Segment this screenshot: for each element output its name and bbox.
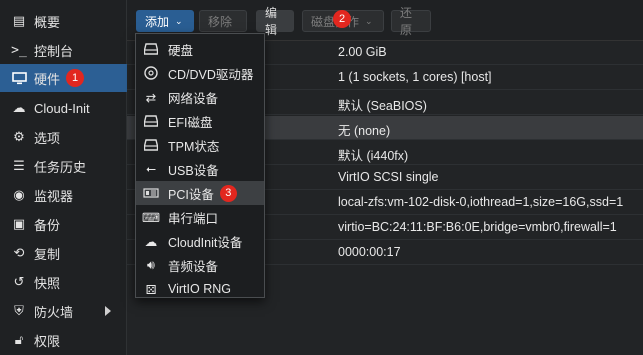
row-value: local-zfs:vm-102-disk-0,iothread=1,size=… bbox=[338, 195, 624, 209]
menu-item-label: 串行端口 bbox=[168, 211, 219, 226]
row-value: 1 (1 sockets, 1 cores) [host] bbox=[338, 70, 492, 84]
sidebar-item-label: 任务历史 bbox=[34, 159, 87, 175]
doc-icon: ▤ bbox=[12, 13, 26, 28]
remove-button-label: 移除 bbox=[208, 14, 233, 29]
menu-item-tpm-state[interactable]: TPM状态 bbox=[136, 133, 264, 157]
add-button[interactable]: 添加 ⌄ bbox=[136, 10, 194, 32]
refresh-icon: ⟲ bbox=[13, 245, 25, 260]
console-icon: >_ bbox=[11, 42, 27, 58]
revert-button[interactable]: 还原 bbox=[391, 6, 431, 37]
eye-icon: ◉ bbox=[13, 187, 25, 202]
edit-button-label: 编辑 bbox=[265, 6, 278, 37]
add-button-label: 添加 bbox=[145, 14, 170, 29]
menu-item-label: VirtIO RNG bbox=[168, 282, 231, 296]
cdrom-icon bbox=[142, 65, 160, 81]
sidebar-item-monitor[interactable]: ◉ 监视器 bbox=[0, 181, 127, 209]
sidebar-item-options[interactable]: ⚙ 选项 bbox=[0, 123, 127, 151]
sidebar-item-label: 控制台 bbox=[34, 43, 74, 59]
dice-icon: ⚄ bbox=[145, 282, 157, 297]
sidebar-item-summary[interactable]: ▤ 概要 bbox=[0, 7, 127, 35]
sidebar-item-cloud-init[interactable]: ☁ Cloud-Init bbox=[0, 94, 127, 122]
sidebar-item-replication[interactable]: ⟲ 复制 bbox=[0, 239, 127, 267]
menu-item-pci-device[interactable]: PCI设备 3 bbox=[136, 181, 264, 205]
chevron-down-icon: ⌄ bbox=[365, 15, 373, 26]
save-icon: ▣ bbox=[12, 216, 26, 231]
menu-item-usb-device[interactable]: ⭠ USB设备 bbox=[136, 157, 264, 181]
chevron-down-icon: ⌄ bbox=[175, 15, 183, 26]
row-value: virtio=BC:24:11:BF:B6:0E,bridge=vmbr0,fi… bbox=[338, 220, 617, 234]
menu-item-label: TPM状态 bbox=[168, 139, 220, 154]
menu-item-label: CloudInit设备 bbox=[168, 235, 243, 250]
sidebar-item-permissions[interactable]: 🔓︎ 权限 bbox=[0, 326, 127, 354]
row-value: 0000:00:17 bbox=[338, 245, 401, 259]
sidebar-item-firewall[interactable]: ⛨ 防火墙 bbox=[0, 297, 127, 325]
cloud-icon: ☁ bbox=[12, 100, 26, 115]
sidebar-item-label: 快照 bbox=[34, 275, 61, 291]
row-value: 无 (none) bbox=[338, 124, 391, 138]
usb-icon: ⭠ bbox=[145, 161, 156, 176]
sidebar-item-task-history[interactable]: ☰ 任务历史 bbox=[0, 152, 127, 180]
keyboard-icon: ⌨ bbox=[141, 210, 161, 225]
gear-icon: ⚙ bbox=[13, 129, 25, 144]
sidebar-item-label: Cloud-Init bbox=[34, 100, 90, 116]
menu-item-cd-dvd[interactable]: CD/DVD驱动器 bbox=[136, 61, 264, 85]
menu-item-label: USB设备 bbox=[168, 163, 219, 178]
sidebar-item-console[interactable]: >_ 控制台 bbox=[0, 36, 127, 64]
edit-button[interactable]: 编辑 bbox=[256, 6, 294, 37]
monitor-icon bbox=[10, 70, 28, 86]
menu-item-label: PCI设备 bbox=[168, 187, 214, 202]
sidebar-item-snapshots[interactable]: ↺ 快照 bbox=[0, 268, 127, 296]
hdd-icon bbox=[142, 41, 160, 57]
menu-item-label: 音频设备 bbox=[168, 259, 219, 274]
list-icon: ☰ bbox=[13, 158, 25, 173]
menu-item-audio-device[interactable]: 🔊︎ 音频设备 bbox=[136, 253, 264, 277]
hdd-icon bbox=[142, 137, 160, 153]
sidebar-item-backup[interactable]: ▣ 备份 bbox=[0, 210, 127, 238]
menu-item-efi-disk[interactable]: EFI磁盘 bbox=[136, 109, 264, 133]
sidebar-item-label: 概要 bbox=[34, 14, 61, 30]
remove-button[interactable]: 移除 bbox=[199, 10, 247, 32]
cloud-icon: ☁ bbox=[144, 234, 158, 249]
sidebar: ▤ 概要 >_ 控制台 硬件 1 ☁ Cloud-Init ⚙ 选项 ☰ 任务历… bbox=[0, 0, 127, 355]
sidebar-item-label: 备份 bbox=[34, 217, 61, 233]
row-value: 默认 (SeaBIOS) bbox=[338, 99, 427, 113]
unlock-icon: 🔓︎ bbox=[14, 332, 24, 347]
network-icon: ⇄ bbox=[145, 90, 157, 105]
add-dropdown-menu: 硬盘 CD/DVD驱动器 ⇄ 网络设备 EFI磁盘 TPM状态 ⭠ USB设备 … bbox=[135, 33, 265, 298]
expand-arrow-icon[interactable] bbox=[105, 306, 111, 316]
menu-item-network[interactable]: ⇄ 网络设备 bbox=[136, 85, 264, 109]
sidebar-item-label: 权限 bbox=[34, 333, 61, 349]
row-value: VirtIO SCSI single bbox=[338, 170, 439, 184]
hdd-icon bbox=[142, 113, 160, 129]
sidebar-item-label: 硬件 bbox=[34, 71, 61, 87]
menu-item-serial-port[interactable]: ⌨ 串行端口 bbox=[136, 205, 264, 229]
step-badge: 1 bbox=[66, 69, 85, 87]
menu-item-hard-disk[interactable]: 硬盘 bbox=[136, 37, 264, 61]
menu-item-label: EFI磁盘 bbox=[168, 115, 213, 130]
pci-icon bbox=[142, 185, 160, 201]
sidebar-item-label: 监视器 bbox=[34, 188, 74, 204]
sidebar-item-label: 防火墙 bbox=[34, 304, 74, 320]
menu-item-label: CD/DVD驱动器 bbox=[168, 67, 254, 82]
step-badge: 3 bbox=[219, 184, 237, 202]
menu-item-virtio-rng[interactable]: ⚄ VirtIO RNG bbox=[136, 277, 264, 301]
shield-icon: ⛨ bbox=[14, 303, 24, 318]
row-value: 2.00 GiB bbox=[338, 45, 387, 59]
revert-button-label: 还原 bbox=[400, 6, 413, 37]
row-value: 默认 (i440fx) bbox=[338, 149, 409, 163]
sidebar-item-hardware[interactable]: 硬件 1 bbox=[0, 64, 127, 92]
menu-item-label: 网络设备 bbox=[168, 91, 219, 106]
menu-item-cloudinit-device[interactable]: ☁ CloudInit设备 bbox=[136, 229, 264, 253]
history-icon: ↺ bbox=[13, 274, 25, 289]
menu-item-label: 硬盘 bbox=[168, 43, 194, 58]
sidebar-item-label: 复制 bbox=[34, 246, 61, 262]
step-badge: 2 bbox=[333, 10, 351, 28]
sidebar-item-label: 选项 bbox=[34, 130, 61, 146]
speaker-icon: 🔊︎ bbox=[147, 257, 155, 272]
